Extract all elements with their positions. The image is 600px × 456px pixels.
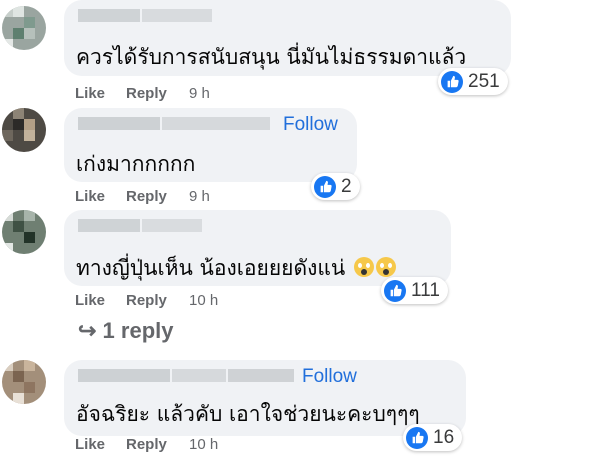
like-icon xyxy=(314,175,336,198)
comment-bubble: ควรได้รับการสนับสนุน นี่มันไม่ธรรมดาแล้ว xyxy=(64,0,511,76)
reply-button[interactable]: Reply xyxy=(126,292,167,309)
avatar[interactable] xyxy=(2,6,46,50)
timestamp[interactable]: 10 h xyxy=(189,436,218,453)
comment-bubble: Follow อัจฉริยะ แล้วคับ เอาใจช่วยนะคะบๆๆ… xyxy=(64,360,466,436)
like-button[interactable]: Like xyxy=(75,85,105,102)
author-name-blurred[interactable] xyxy=(78,117,272,133)
reply-button[interactable]: Reply xyxy=(126,188,167,205)
screaming-face-emoji xyxy=(375,257,396,277)
avatar[interactable] xyxy=(2,360,46,404)
like-button[interactable]: Like xyxy=(75,188,105,205)
comment-bubble: Follow เก่งมากกกกก xyxy=(64,108,357,182)
reaction-count[interactable]: 251 xyxy=(438,68,508,95)
avatar[interactable] xyxy=(2,210,46,254)
follow-button[interactable]: Follow xyxy=(283,114,338,136)
timestamp[interactable]: 10 h xyxy=(189,292,218,309)
reaction-count[interactable]: 111 xyxy=(381,277,448,304)
timestamp[interactable]: 9 h xyxy=(189,85,210,102)
timestamp[interactable]: 9 h xyxy=(189,188,210,205)
screaming-face-emoji xyxy=(353,257,374,277)
like-icon xyxy=(441,70,463,93)
avatar[interactable] xyxy=(2,108,46,152)
author-name-blurred[interactable] xyxy=(78,219,204,235)
comment-text: เก่งมากกกกก xyxy=(76,152,196,176)
like-icon xyxy=(384,279,406,302)
reply-button[interactable]: Reply xyxy=(126,436,167,453)
comment-text: อัจฉริยะ แล้วคับ เอาใจช่วยนะคะบๆๆๆ xyxy=(76,402,420,426)
comment-text: ควรได้รับการสนับสนุน นี่มันไม่ธรรมดาแล้ว xyxy=(76,45,467,69)
follow-button[interactable]: Follow xyxy=(302,366,357,388)
like-button[interactable]: Like xyxy=(75,292,105,309)
like-icon xyxy=(406,426,428,449)
like-button[interactable]: Like xyxy=(75,436,105,453)
reaction-count[interactable]: 16 xyxy=(403,424,463,451)
reply-button[interactable]: Reply xyxy=(126,85,167,102)
comment-bubble: ทางญี่ปุ่นเห็น น้องเอยยยดังแน่ xyxy=(64,210,451,286)
reaction-count[interactable]: 2 xyxy=(311,173,360,200)
author-name-blurred[interactable] xyxy=(78,369,296,385)
view-replies-link[interactable]: ↪ 1 reply xyxy=(78,318,173,344)
comment-text: ทางญี่ปุ่นเห็น น้องเอยยยดังแน่ xyxy=(76,252,396,285)
author-name-blurred[interactable] xyxy=(78,9,214,25)
